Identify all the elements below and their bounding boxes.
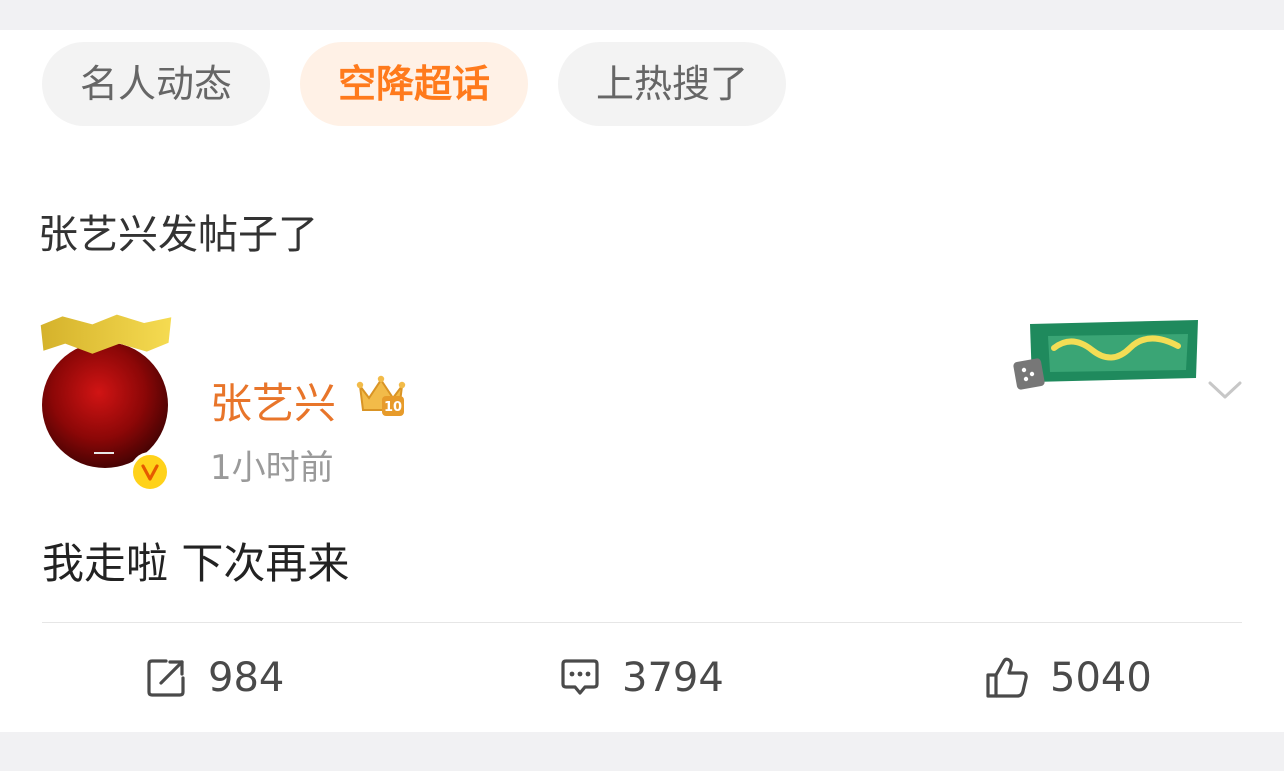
level-crown-icon: 10: [352, 372, 410, 420]
comment-button[interactable]: 3794: [558, 650, 724, 706]
chip-trending[interactable]: 上热搜了: [558, 42, 787, 126]
avatar-image: [42, 342, 168, 468]
repost-button[interactable]: 984: [144, 650, 284, 706]
like-button[interactable]: 5040: [984, 650, 1152, 706]
chip-celebrity-news[interactable]: 名人动态: [42, 42, 271, 126]
tag-chip-row: 名人动态 空降超话 上热搜了: [42, 42, 787, 126]
like-count: 5040: [1050, 655, 1152, 701]
post-text: 我走啦 下次再来: [42, 539, 350, 588]
avatar[interactable]: [38, 312, 174, 468]
avatar-mark: [94, 438, 114, 454]
author-name[interactable]: 张艺兴: [210, 370, 336, 431]
fan-card-decoration[interactable]: [1012, 318, 1202, 394]
post-time: 1小时前: [210, 448, 334, 488]
comment-count: 3794: [622, 655, 724, 701]
section-title: 张艺兴发帖子了: [38, 212, 318, 258]
like-thumb-icon: [984, 655, 1030, 701]
chevron-down-icon[interactable]: [1206, 378, 1244, 402]
chip-super-topic[interactable]: 空降超话: [300, 42, 529, 126]
repost-icon: [144, 656, 188, 700]
repost-count: 984: [208, 655, 285, 701]
verified-v-icon: [130, 452, 170, 492]
comment-icon: [558, 656, 602, 700]
level-badge-number: 10: [384, 400, 402, 415]
divider: [42, 622, 1242, 623]
